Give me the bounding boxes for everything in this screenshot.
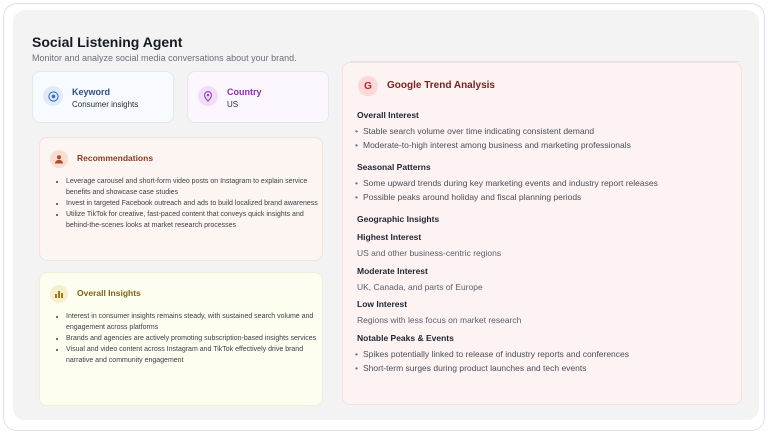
country-value: US [227,100,239,109]
keyword-label: Keyword [72,87,111,97]
list-item: Possible peaks around holiday and fiscal… [355,192,581,202]
trend-title: Google Trend Analysis [387,80,495,91]
country-label: Country [227,87,262,97]
recommendations-title: Recommendations [77,153,154,163]
list-item: Spikes potentially linked to release of … [355,349,629,359]
insights-card: Overall Insights Interest in consumer in… [39,272,323,406]
page-title: Social Listening Agent [32,34,183,50]
geographic-heading: Geographic Insights [357,214,440,224]
list-item: Visual and video content across Instagra… [66,344,324,366]
keyword-value: Consumer insights [72,100,139,109]
chart-icon [50,285,68,303]
list-item: Invest in targeted Facebook outreach and… [66,198,324,209]
recommendations-card: Recommendations Leverage carousel and sh… [39,137,323,261]
list-item: Utilize TikTok for creative, fast-paced … [66,209,324,231]
keyword-chip[interactable]: Keyword Consumer insights [32,71,174,123]
seasonal-heading: Seasonal Patterns [357,162,431,172]
highest-interest-text: US and other business-centric regions [357,248,502,258]
moderate-interest-heading: Moderate Interest [357,266,428,276]
list-item: Leverage carousel and short-form video p… [66,176,324,198]
main-panel: Social Listening Agent Monitor and analy… [13,10,759,420]
list-item: Moderate-to-high interest among business… [355,140,631,150]
recommendations-list: Leverage carousel and short-form video p… [54,176,324,231]
country-chip[interactable]: Country US [187,71,329,123]
insights-list: Interest in consumer insights remains st… [54,311,324,366]
highest-interest-heading: Highest Interest [357,232,422,242]
peaks-heading: Notable Peaks & Events [357,333,454,343]
insights-title: Overall Insights [77,288,141,298]
low-interest-text: Regions with less focus on market resear… [357,315,522,325]
target-icon [43,86,63,106]
google-trend-card: G Google Trend Analysis Overall Interest… [342,62,742,405]
moderate-interest-text: UK, Canada, and parts of Europe [357,282,483,292]
list-item: Some upward trends during key marketing … [355,178,658,188]
list-item: Interest in consumer insights remains st… [66,311,324,333]
list-item: Short-term surges during product launche… [355,363,586,373]
user-icon [50,150,68,168]
location-icon [198,86,218,106]
low-interest-heading: Low Interest [357,299,408,309]
list-item: Stable search volume over time indicatin… [355,126,594,136]
list-item: Brands and agencies are actively promoti… [66,333,324,344]
google-icon: G [358,76,378,96]
page-subtitle: Monitor and analyze social media convers… [32,53,297,63]
overall-interest-heading: Overall Interest [357,110,419,120]
